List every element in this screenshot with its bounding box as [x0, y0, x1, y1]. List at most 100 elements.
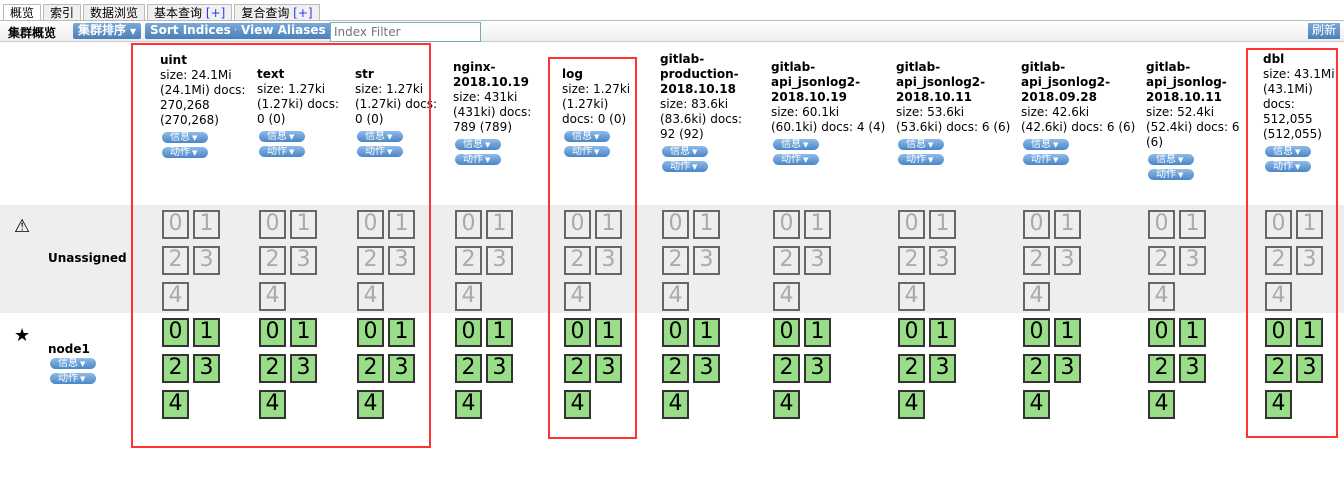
shard-started[interactable]: 4 — [1265, 390, 1292, 419]
add-tab-button[interactable]: [+] — [206, 6, 225, 20]
shard-unassigned[interactable]: 1 — [1179, 210, 1206, 239]
shard-started[interactable]: 0 — [1265, 318, 1292, 347]
shard-started[interactable]: 2 — [259, 354, 286, 383]
index-actions-button[interactable]: 动作 ▼ — [455, 154, 501, 165]
shard-started[interactable]: 4 — [357, 390, 384, 419]
shard-unassigned[interactable]: 3 — [1054, 246, 1081, 275]
shard-unassigned[interactable]: 2 — [162, 246, 189, 275]
shard-unassigned[interactable]: 0 — [357, 210, 384, 239]
shard-started[interactable]: 1 — [595, 318, 622, 347]
shard-started[interactable]: 1 — [388, 318, 415, 347]
shard-unassigned[interactable]: 1 — [388, 210, 415, 239]
shard-started[interactable]: 0 — [662, 318, 689, 347]
shard-unassigned[interactable]: 2 — [1265, 246, 1292, 275]
shard-started[interactable]: 3 — [1296, 354, 1323, 383]
shard-started[interactable]: 3 — [693, 354, 720, 383]
shard-started[interactable]: 2 — [898, 354, 925, 383]
index-actions-button[interactable]: 动作 ▼ — [259, 146, 305, 157]
index-actions-button[interactable]: 动作 ▼ — [162, 147, 208, 158]
shard-started[interactable]: 1 — [486, 318, 513, 347]
shard-unassigned[interactable]: 1 — [193, 210, 220, 239]
shard-started[interactable]: 1 — [1054, 318, 1081, 347]
shard-unassigned[interactable]: 4 — [773, 282, 800, 311]
index-actions-button[interactable]: 动作 ▼ — [357, 146, 403, 157]
index-info-button[interactable]: 信息 ▼ — [455, 139, 501, 150]
shard-started[interactable]: 3 — [595, 354, 622, 383]
shard-unassigned[interactable]: 3 — [804, 246, 831, 275]
index-actions-button[interactable]: 动作 ▼ — [1023, 154, 1069, 165]
shard-unassigned[interactable]: 4 — [1148, 282, 1175, 311]
shard-started[interactable]: 3 — [486, 354, 513, 383]
shard-unassigned[interactable]: 2 — [1148, 246, 1175, 275]
shard-started[interactable]: 2 — [1148, 354, 1175, 383]
shard-started[interactable]: 3 — [804, 354, 831, 383]
shard-unassigned[interactable]: 3 — [929, 246, 956, 275]
shard-unassigned[interactable]: 0 — [898, 210, 925, 239]
shard-started[interactable]: 2 — [564, 354, 591, 383]
shard-started[interactable]: 3 — [1054, 354, 1081, 383]
shard-started[interactable]: 4 — [898, 390, 925, 419]
shard-started[interactable]: 2 — [162, 354, 189, 383]
shard-started[interactable]: 4 — [259, 390, 286, 419]
shard-unassigned[interactable]: 0 — [455, 210, 482, 239]
shard-unassigned[interactable]: 1 — [1054, 210, 1081, 239]
index-info-button[interactable]: 信息 ▼ — [1023, 139, 1069, 150]
add-tab-button[interactable]: [+] — [293, 6, 312, 20]
shard-unassigned[interactable]: 0 — [564, 210, 591, 239]
shard-unassigned[interactable]: 2 — [773, 246, 800, 275]
shard-started[interactable]: 4 — [1148, 390, 1175, 419]
index-info-button[interactable]: 信息 ▼ — [259, 131, 305, 142]
shard-unassigned[interactable]: 1 — [693, 210, 720, 239]
shard-started[interactable]: 1 — [929, 318, 956, 347]
shard-unassigned[interactable]: 4 — [455, 282, 482, 311]
tab-browser[interactable]: 数据浏览 — [83, 4, 146, 21]
shard-unassigned[interactable]: 0 — [162, 210, 189, 239]
shard-unassigned[interactable]: 1 — [290, 210, 317, 239]
node-actions-button[interactable]: 动作 ▼ — [50, 373, 96, 384]
index-actions-button[interactable]: 动作 ▼ — [662, 161, 708, 172]
shard-started[interactable]: 1 — [693, 318, 720, 347]
shard-unassigned[interactable]: 3 — [1179, 246, 1206, 275]
shard-unassigned[interactable]: 2 — [1023, 246, 1050, 275]
shard-started[interactable]: 2 — [357, 354, 384, 383]
shard-started[interactable]: 0 — [162, 318, 189, 347]
shard-unassigned[interactable]: 0 — [1148, 210, 1175, 239]
index-info-button[interactable]: 信息 ▼ — [898, 139, 944, 150]
index-info-button[interactable]: 信息 ▼ — [773, 139, 819, 150]
index-info-button[interactable]: 信息 ▼ — [1148, 154, 1194, 165]
shard-started[interactable]: 2 — [773, 354, 800, 383]
index-actions-button[interactable]: 动作 ▼ — [1265, 161, 1311, 172]
shard-started[interactable]: 1 — [1296, 318, 1323, 347]
shard-started[interactable]: 4 — [455, 390, 482, 419]
shard-started[interactable]: 3 — [929, 354, 956, 383]
index-actions-button[interactable]: 动作 ▼ — [773, 154, 819, 165]
shard-started[interactable]: 1 — [1179, 318, 1206, 347]
shard-unassigned[interactable]: 0 — [662, 210, 689, 239]
tab-indices[interactable]: 索引 — [43, 4, 82, 21]
index-info-button[interactable]: 信息 ▼ — [564, 131, 610, 142]
shard-unassigned[interactable]: 1 — [595, 210, 622, 239]
shard-unassigned[interactable]: 3 — [486, 246, 513, 275]
shard-started[interactable]: 0 — [773, 318, 800, 347]
index-actions-button[interactable]: 动作 ▼ — [898, 154, 944, 165]
shard-started[interactable]: 4 — [564, 390, 591, 419]
shard-started[interactable]: 2 — [455, 354, 482, 383]
shard-unassigned[interactable]: 4 — [357, 282, 384, 311]
node-info-button[interactable]: 信息 ▼ — [50, 358, 96, 369]
shard-started[interactable]: 3 — [290, 354, 317, 383]
shard-started[interactable]: 0 — [1148, 318, 1175, 347]
shard-unassigned[interactable]: 3 — [693, 246, 720, 275]
shard-started[interactable]: 2 — [662, 354, 689, 383]
sort-cluster-button[interactable]: 集群排序 ▼ — [73, 23, 142, 39]
shard-unassigned[interactable]: 3 — [290, 246, 317, 275]
shard-started[interactable]: 1 — [193, 318, 220, 347]
index-info-button[interactable]: 信息 ▼ — [1265, 146, 1311, 157]
shard-started[interactable]: 3 — [193, 354, 220, 383]
shard-started[interactable]: 1 — [804, 318, 831, 347]
shard-unassigned[interactable]: 2 — [564, 246, 591, 275]
view-aliases-button[interactable]: View Aliases▼ — [236, 23, 341, 39]
shard-started[interactable]: 4 — [162, 390, 189, 419]
shard-started[interactable]: 0 — [357, 318, 384, 347]
refresh-button[interactable]: 刷新 — [1307, 23, 1340, 39]
shard-unassigned[interactable]: 4 — [1023, 282, 1050, 311]
